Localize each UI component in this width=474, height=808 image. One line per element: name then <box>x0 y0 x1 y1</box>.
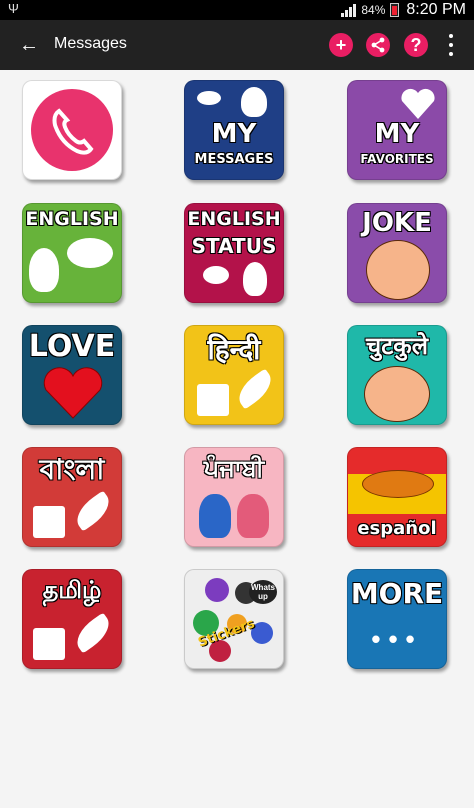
add-button[interactable]: + <box>329 33 353 57</box>
tile-label-line2: STATUS <box>191 234 277 258</box>
speech-bubble-icon <box>67 238 113 268</box>
phone-icon <box>31 89 113 171</box>
ink-pot-icon <box>33 628 65 660</box>
back-arrow-icon[interactable]: ← <box>18 33 40 57</box>
head-icon <box>29 248 59 292</box>
my-favorites-tile[interactable]: MY FAVORITES <box>347 80 447 180</box>
tile-label: தமிழ் <box>42 576 102 604</box>
more-tile[interactable]: MORE ••• <box>347 569 447 669</box>
status-bar: Ψ 84% 8:20 PM <box>0 0 474 20</box>
bangla-tile[interactable]: বাংলা <box>22 447 122 547</box>
battery-icon <box>390 3 400 17</box>
help-button[interactable]: ? <box>404 33 428 57</box>
battery-percent: 84% <box>361 3 386 17</box>
tile-label-line1: ENGLISH <box>187 208 281 230</box>
tile-label: चुटकुले <box>365 332 429 360</box>
tile-label-line1: MY <box>374 119 420 149</box>
feather-pen-icon <box>232 368 278 410</box>
laughing-face-icon <box>364 366 430 422</box>
head-icon <box>243 262 267 296</box>
feather-pen-icon <box>70 490 116 532</box>
turban-man-icon <box>199 494 231 538</box>
english-tile[interactable]: ENGLISH <box>22 203 122 303</box>
speech-bubble-icon <box>203 266 229 284</box>
call-tile[interactable] <box>22 80 122 180</box>
english-status-tile[interactable]: ENGLISH STATUS <box>184 203 284 303</box>
ink-pot-icon <box>33 506 65 538</box>
ink-pot-icon <box>197 384 229 416</box>
tile-label: MORE <box>350 577 444 610</box>
clock: 8:20 PM <box>406 1 466 18</box>
share-icon <box>371 37 385 53</box>
tile-label: JOKE <box>362 208 432 238</box>
more-dots-icon: ••• <box>371 624 423 654</box>
status-indicators: 84% 8:20 PM <box>341 1 466 19</box>
punjabi-tile[interactable]: ਪੰਜਾਬੀ <box>184 447 284 547</box>
tamil-tile[interactable]: தமிழ் <box>22 569 122 669</box>
heart-icon <box>43 367 103 419</box>
head-icon <box>241 87 267 117</box>
share-button[interactable] <box>366 33 390 57</box>
feather-pen-icon <box>70 612 116 654</box>
tile-label: ENGLISH <box>25 208 119 230</box>
espanol-tile[interactable]: español <box>347 447 447 547</box>
tile-label: ਪੰਜਾਬੀ <box>203 454 265 482</box>
speech-bubble-icon <box>197 91 221 105</box>
tile-label-line2: FAVORITES <box>360 152 434 166</box>
usb-icon: Ψ <box>8 1 19 16</box>
turban-man-icon <box>237 494 269 538</box>
laughing-face-icon <box>366 240 430 300</box>
my-messages-tile[interactable]: MY MESSAGES <box>184 80 284 180</box>
action-bar: ← Messages + ? <box>0 20 474 70</box>
overflow-menu-icon[interactable] <box>448 34 454 56</box>
tile-label: हिन्दी <box>207 333 261 366</box>
hindi-tile[interactable]: हिन्दी <box>184 325 284 425</box>
tile-label-line1: MY <box>211 119 257 149</box>
signal-icon <box>341 3 357 17</box>
tile-label-line2: MESSAGES <box>194 152 274 167</box>
tile-label: LOVE <box>28 329 116 364</box>
tile-label: español <box>357 518 437 539</box>
love-tile[interactable]: LOVE <box>22 325 122 425</box>
heart-icon <box>401 88 435 119</box>
sticker-badge: Whats up <box>249 580 277 604</box>
stickers-tile[interactable]: Whats up Stickers <box>184 569 284 669</box>
tile-label: বাংলা <box>39 453 105 486</box>
sombrero-icon <box>362 470 434 498</box>
chutkule-tile[interactable]: चुटकुले <box>347 325 447 425</box>
page-title: Messages <box>54 35 127 52</box>
joke-tile[interactable]: JOKE <box>347 203 447 303</box>
